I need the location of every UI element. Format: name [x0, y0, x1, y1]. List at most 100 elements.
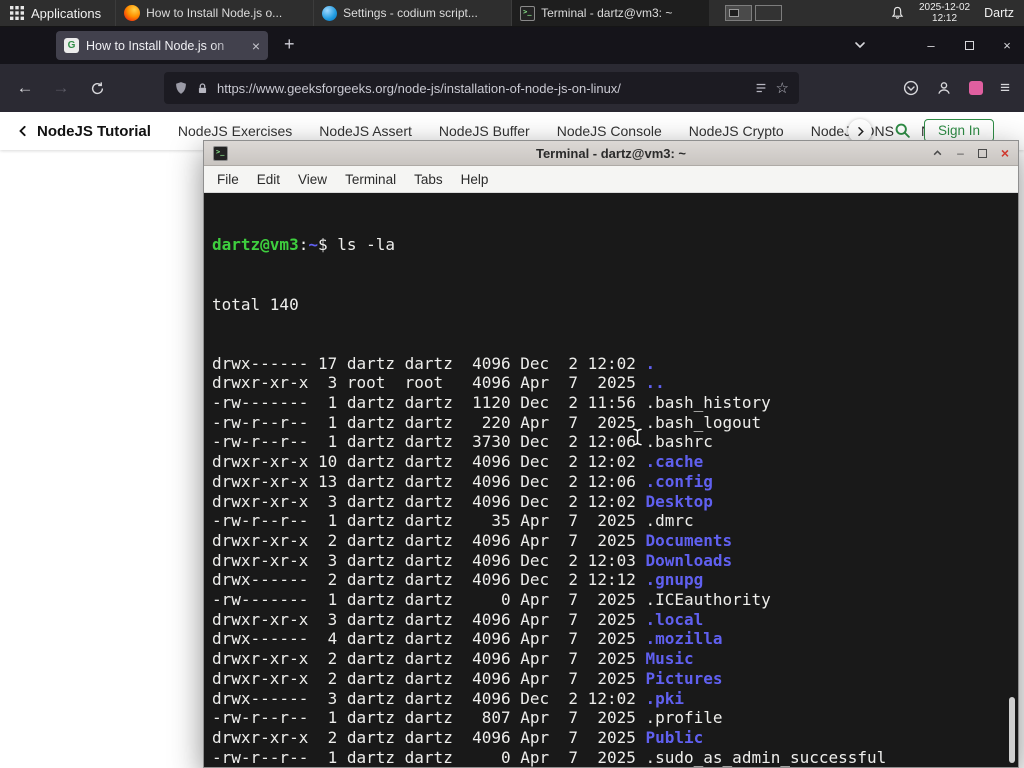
terminal-output-line: drwxr-xr-x 2 dartz dartz 4096 Apr 7 2025… — [212, 669, 1018, 689]
scrollbar-thumb[interactable] — [1009, 697, 1015, 763]
file-meta: -rw------- 1 dartz dartz 1120 Dec 2 11:5… — [212, 393, 646, 413]
file-meta: drwx------ 3 dartz dartz 4096 Dec 2 12:0… — [212, 688, 646, 708]
prompt-line: dartz@vm3:~$ ls -la — [212, 235, 1018, 255]
tracking-shield-icon[interactable] — [174, 81, 188, 95]
terminal-output-line: -rw------- 1 dartz dartz 1120 Dec 2 11:5… — [212, 393, 1018, 413]
nav-current-section[interactable]: NodeJS Tutorial — [18, 123, 151, 140]
terminal-output-line: -rw------- 1 dartz dartz 0 Apr 7 2025 .I… — [212, 590, 1018, 610]
file-meta: drwxr-xr-x 3 dartz dartz 4096 Apr 7 2025 — [212, 609, 646, 629]
sign-in-button[interactable]: Sign In — [923, 119, 994, 142]
nav-item[interactable]: NodeJS Crypto — [689, 123, 784, 139]
applications-menu-button[interactable]: Applications — [0, 0, 111, 26]
taskbar-item-label: Terminal - dartz@vm3: ~ — [541, 6, 673, 20]
terminal-scrollbar[interactable] — [1007, 193, 1016, 767]
menu-tabs[interactable]: Tabs — [405, 172, 452, 187]
file-meta: -rw-r--r-- 1 dartz dartz 35 Apr 7 2025 — [212, 511, 646, 531]
tab-close-icon[interactable]: × — [252, 39, 260, 53]
maximize-button[interactable] — [977, 148, 987, 158]
minimize-button[interactable]: – — [957, 147, 964, 159]
pocket-icon[interactable] — [903, 80, 919, 96]
file-meta: drwx------ 17 dartz dartz 4096 Dec 2 12:… — [212, 353, 646, 373]
applications-label: Applications — [31, 5, 102, 21]
file-meta: drwxr-xr-x 13 dartz dartz 4096 Dec 2 12:… — [212, 471, 646, 491]
file-meta: drwxr-xr-x 3 dartz dartz 4096 Dec 2 12:0… — [212, 491, 646, 511]
terminal-output-line: -rw-r--r-- 1 dartz dartz 0 Apr 7 2025 .s… — [212, 748, 1018, 767]
reader-mode-icon[interactable] — [754, 81, 768, 95]
new-tab-button[interactable]: + — [284, 34, 295, 55]
window-minimize-button[interactable]: – — [924, 38, 938, 53]
workspace-1[interactable] — [725, 5, 753, 21]
nav-item[interactable]: NodeJS Buffer — [439, 123, 530, 139]
file-meta: drwxr-xr-x 3 root root 4096 Apr 7 2025 — [212, 373, 646, 393]
taskbar: How to Install Node.js o... Settings - c… — [115, 0, 710, 26]
file-name: .profile — [645, 708, 723, 728]
window-close-button[interactable]: × — [1000, 38, 1014, 53]
taskbar-item-browser[interactable]: How to Install Node.js o... — [115, 0, 313, 26]
file-name: .bashrc — [645, 432, 713, 452]
address-bar[interactable]: https://www.geeksforgeeks.org/node-js/in… — [164, 72, 799, 104]
workspace-2[interactable] — [755, 5, 783, 21]
terminal-output-line: drwxr-xr-x 3 dartz dartz 4096 Dec 2 12:0… — [212, 492, 1018, 512]
file-name: Public — [645, 727, 704, 747]
chevron-left-icon — [19, 125, 26, 137]
taskbar-item-codium[interactable]: Settings - codium script... — [313, 0, 511, 26]
nav-item[interactable]: NodeJS Assert — [319, 123, 412, 139]
taskbar-item-terminal[interactable]: Terminal - dartz@vm3: ~ — [511, 0, 710, 26]
window-maximize-button[interactable] — [962, 38, 976, 53]
user-menu[interactable]: Dartz — [984, 6, 1014, 20]
file-name: . — [645, 353, 656, 373]
forward-button[interactable]: → — [46, 73, 76, 103]
file-meta: -rw-r--r-- 1 dartz dartz 0 Apr 7 2025 — [212, 747, 646, 767]
terminal-titlebar[interactable]: Terminal - dartz@vm3: ~ – × — [204, 141, 1018, 166]
account-icon[interactable] — [936, 80, 952, 96]
terminal-window-controls: – × — [932, 146, 1009, 160]
terminal-output-line: drwxr-xr-x 10 dartz dartz 4096 Dec 2 12:… — [212, 452, 1018, 472]
terminal-output-line: drwx------ 2 dartz dartz 4096 Dec 2 12:1… — [212, 570, 1018, 590]
search-icon — [895, 123, 910, 138]
top-panel: Applications How to Install Node.js o...… — [0, 0, 1024, 27]
terminal-screen[interactable]: dartz@vm3:~$ ls -la total 140 drwx------… — [204, 193, 1018, 767]
menu-terminal[interactable]: Terminal — [336, 172, 405, 187]
terminal-menubar: File Edit View Terminal Tabs Help — [204, 166, 1018, 193]
file-name: .cache — [645, 452, 704, 472]
url-text[interactable]: https://www.geeksforgeeks.org/node-js/in… — [217, 81, 746, 96]
tab-bar: G How to Install Node.js on × + – × — [0, 27, 1024, 64]
terminal-output-total: total 140 — [212, 294, 299, 314]
file-meta: drwxr-xr-x 2 dartz dartz 4096 Apr 7 2025 — [212, 649, 646, 669]
file-meta: drwxr-xr-x 2 dartz dartz 4096 Apr 7 2025 — [212, 727, 646, 747]
terminal-output-line: -rw-r--r-- 1 dartz dartz 3730 Dec 2 12:0… — [212, 432, 1018, 452]
file-meta: drwxr-xr-x 10 dartz dartz 4096 Dec 2 12:… — [212, 452, 646, 472]
list-tabs-button[interactable] — [854, 38, 866, 56]
rollup-button[interactable] — [932, 148, 943, 158]
app-menu-button[interactable]: ≡ — [1000, 78, 1010, 98]
extension-icon[interactable] — [969, 81, 984, 95]
file-meta: -rw-r--r-- 1 dartz dartz 220 Apr 7 2025 — [212, 412, 646, 432]
panel-status-area: 2025-12-02 12:12 Dartz — [890, 0, 1024, 26]
file-meta: drwxr-xr-x 2 dartz dartz 4096 Apr 7 2025 — [212, 530, 646, 550]
nav-item[interactable]: NodeJS Console — [557, 123, 662, 139]
menu-edit[interactable]: Edit — [248, 172, 289, 187]
file-meta: -rw-r--r-- 1 dartz dartz 807 Apr 7 2025 — [212, 708, 646, 728]
prompt-path: ~ — [308, 235, 318, 255]
file-name: .pki — [645, 688, 685, 708]
terminal-icon — [520, 5, 536, 21]
close-button[interactable]: × — [1001, 146, 1009, 160]
reload-button[interactable] — [82, 73, 112, 103]
terminal-output-line: drwxr-xr-x 2 dartz dartz 4096 Apr 7 2025… — [212, 531, 1018, 551]
lock-icon[interactable] — [196, 82, 209, 95]
bookmark-star-icon[interactable]: ☆ — [776, 79, 789, 97]
menu-view[interactable]: View — [289, 172, 336, 187]
browser-tab[interactable]: G How to Install Node.js on × — [56, 31, 268, 60]
prompt-user-host: dartz@vm3 — [212, 235, 299, 255]
clock[interactable]: 2025-12-02 12:12 — [919, 2, 970, 24]
file-name: Documents — [645, 530, 733, 550]
menu-help[interactable]: Help — [452, 172, 498, 187]
menu-file[interactable]: File — [208, 172, 248, 187]
file-name: Downloads — [645, 550, 733, 570]
notification-bell-icon[interactable] — [890, 5, 905, 21]
back-button[interactable]: ← — [10, 73, 40, 103]
maximize-icon — [977, 148, 987, 158]
site-favicon: G — [64, 38, 79, 53]
nav-item[interactable]: NodeJS Exercises — [178, 123, 292, 139]
file-name: .local — [645, 609, 704, 629]
